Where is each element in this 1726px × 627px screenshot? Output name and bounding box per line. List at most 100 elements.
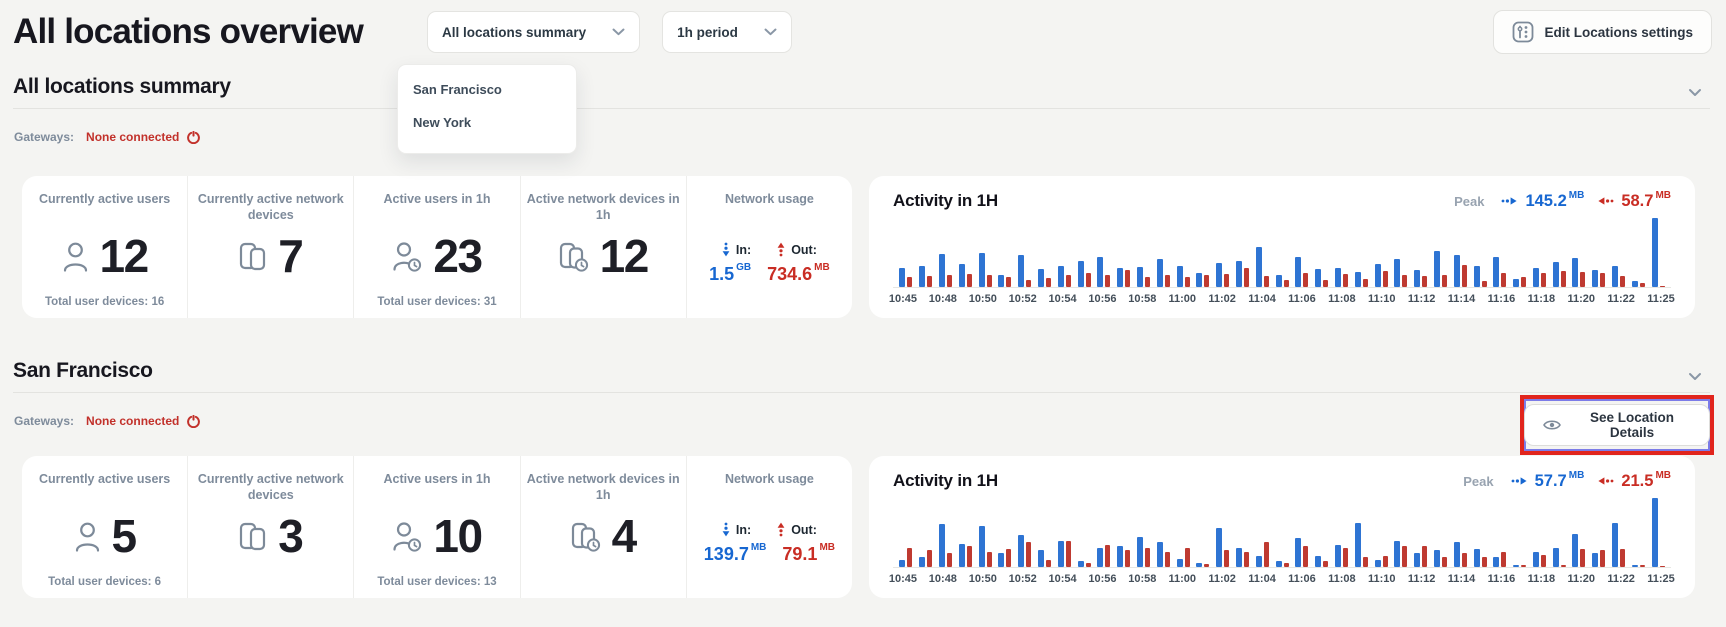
stat-label: Network usage	[725, 471, 814, 504]
activity-bar-in	[1097, 548, 1103, 567]
activity-bar-in	[1177, 266, 1183, 287]
activity-bar-in	[919, 557, 925, 567]
stat-footnote: Total user devices: 31	[377, 296, 496, 308]
chevron-down-icon	[764, 28, 777, 36]
user-icon	[74, 521, 101, 552]
bar-pair	[1292, 218, 1312, 287]
bar-pair	[1628, 218, 1648, 287]
activity-bar-out	[1284, 563, 1289, 567]
x-axis-label: 10:48	[929, 573, 957, 585]
arrow-left-dotted-icon	[1597, 476, 1614, 486]
x-axis-label: 10:58	[1128, 573, 1156, 585]
activity-bar-in	[939, 524, 945, 567]
dropdown-option-san-francisco[interactable]: San Francisco	[398, 73, 576, 106]
bar-pair	[1233, 218, 1253, 287]
activity-bar-out	[967, 274, 972, 287]
period-select[interactable]: 1h period	[662, 11, 792, 53]
collapse-chevron-icon[interactable]	[1688, 372, 1702, 381]
bar-pair	[1569, 218, 1589, 287]
peak-label: Peak	[1454, 194, 1484, 209]
activity-bar-in	[1572, 534, 1578, 567]
activity-bar-out	[1402, 275, 1407, 287]
traffic-in-icon	[722, 522, 730, 537]
x-axis-label: 10:52	[1009, 293, 1037, 305]
x-axis-label: 11:25	[1647, 293, 1675, 305]
bar-pair	[1054, 498, 1074, 567]
see-location-details-button[interactable]: See Location Details	[1524, 404, 1710, 446]
stat-label: Currently active network devices	[194, 471, 347, 504]
eye-icon	[1543, 419, 1561, 431]
gateways-status-row: Gateways: None connected	[14, 414, 200, 428]
bar-pair	[1035, 498, 1055, 567]
dropdown-option-new-york[interactable]: New York	[398, 106, 576, 139]
stat-value: 7	[278, 233, 302, 279]
activity-bar-in	[1137, 267, 1143, 287]
activity-bar-in	[1117, 546, 1123, 567]
activity-bar-out	[1422, 276, 1427, 287]
stat-active-network-devices-1h: Active network devices in 1h 12	[520, 176, 686, 318]
bar-pair	[1510, 498, 1530, 567]
bar-pair	[1332, 498, 1352, 567]
stat-value: 23	[433, 233, 481, 279]
bar-pair	[1094, 498, 1114, 567]
collapse-chevron-icon[interactable]	[1688, 88, 1702, 97]
activity-bar-in	[1493, 557, 1499, 567]
bar-pair	[1371, 218, 1391, 287]
activity-bar-in	[1276, 275, 1282, 287]
stat-value: 4	[612, 513, 636, 559]
activity-bar-out	[947, 553, 952, 567]
activity-bar-out	[1561, 565, 1566, 567]
edit-locations-settings-label: Edit Locations settings	[1544, 25, 1693, 40]
activity-bar-in	[1117, 268, 1123, 287]
bar-pair	[1173, 498, 1193, 567]
arrow-left-dotted-icon	[1597, 196, 1614, 206]
x-axis-label: 11:20	[1567, 573, 1595, 585]
activity-bar-in	[1612, 523, 1618, 567]
activity-bar-in	[1137, 537, 1143, 567]
bar-pair	[1391, 218, 1411, 287]
activity-bar-out	[1660, 286, 1665, 287]
activity-bar-in	[1097, 257, 1103, 287]
activity-bar-in	[1078, 561, 1084, 567]
activity-bar-in	[1216, 528, 1222, 567]
x-axis-label: 11:00	[1168, 293, 1196, 305]
activity-bar-out	[1185, 277, 1190, 287]
x-axis-label: 11:16	[1488, 573, 1516, 585]
bar-pair	[896, 218, 916, 287]
activity-bar-out	[1383, 556, 1388, 567]
bar-pair	[1450, 498, 1470, 567]
activity-bar-out	[1482, 557, 1487, 567]
activity-bar-in	[1355, 272, 1361, 287]
out-text: Out:	[791, 523, 817, 537]
activity-bar-in	[1632, 565, 1638, 567]
edit-locations-settings-button[interactable]: Edit Locations settings	[1493, 10, 1712, 54]
gateways-status-value: None connected	[86, 414, 179, 428]
bar-pair	[936, 218, 956, 287]
bar-pair	[916, 218, 936, 287]
activity-bar-out	[1600, 273, 1605, 287]
activity-bar-in	[1157, 542, 1163, 567]
bar-pair	[1272, 498, 1292, 567]
chart-plot-area	[893, 498, 1671, 568]
activity-bar-in	[1355, 523, 1361, 567]
activity-bar-in	[1553, 262, 1559, 287]
activity-bar-out	[1224, 550, 1229, 567]
bar-pair	[1648, 498, 1668, 567]
section-title: San Francisco	[13, 359, 153, 383]
network-out-label: Out:	[777, 522, 817, 537]
traffic-in-icon	[722, 242, 730, 257]
activity-bar-in	[1652, 498, 1658, 567]
activity-bar-out	[1561, 271, 1566, 287]
bar-pair	[1549, 498, 1569, 567]
activity-bar-in	[1434, 251, 1440, 287]
activity-bar-out	[1323, 561, 1328, 567]
activity-bar-in	[1652, 218, 1658, 287]
activity-bar-in	[1038, 269, 1044, 287]
activity-bar-in	[1414, 270, 1420, 287]
activity-bar-out	[1363, 279, 1368, 287]
location-summary-select[interactable]: All locations summary	[427, 11, 640, 53]
x-axis-label: 11:16	[1488, 293, 1516, 305]
activity-bar-in	[1335, 545, 1341, 567]
activity-bar-out	[1303, 273, 1308, 287]
activity-bar-out	[1244, 552, 1249, 567]
